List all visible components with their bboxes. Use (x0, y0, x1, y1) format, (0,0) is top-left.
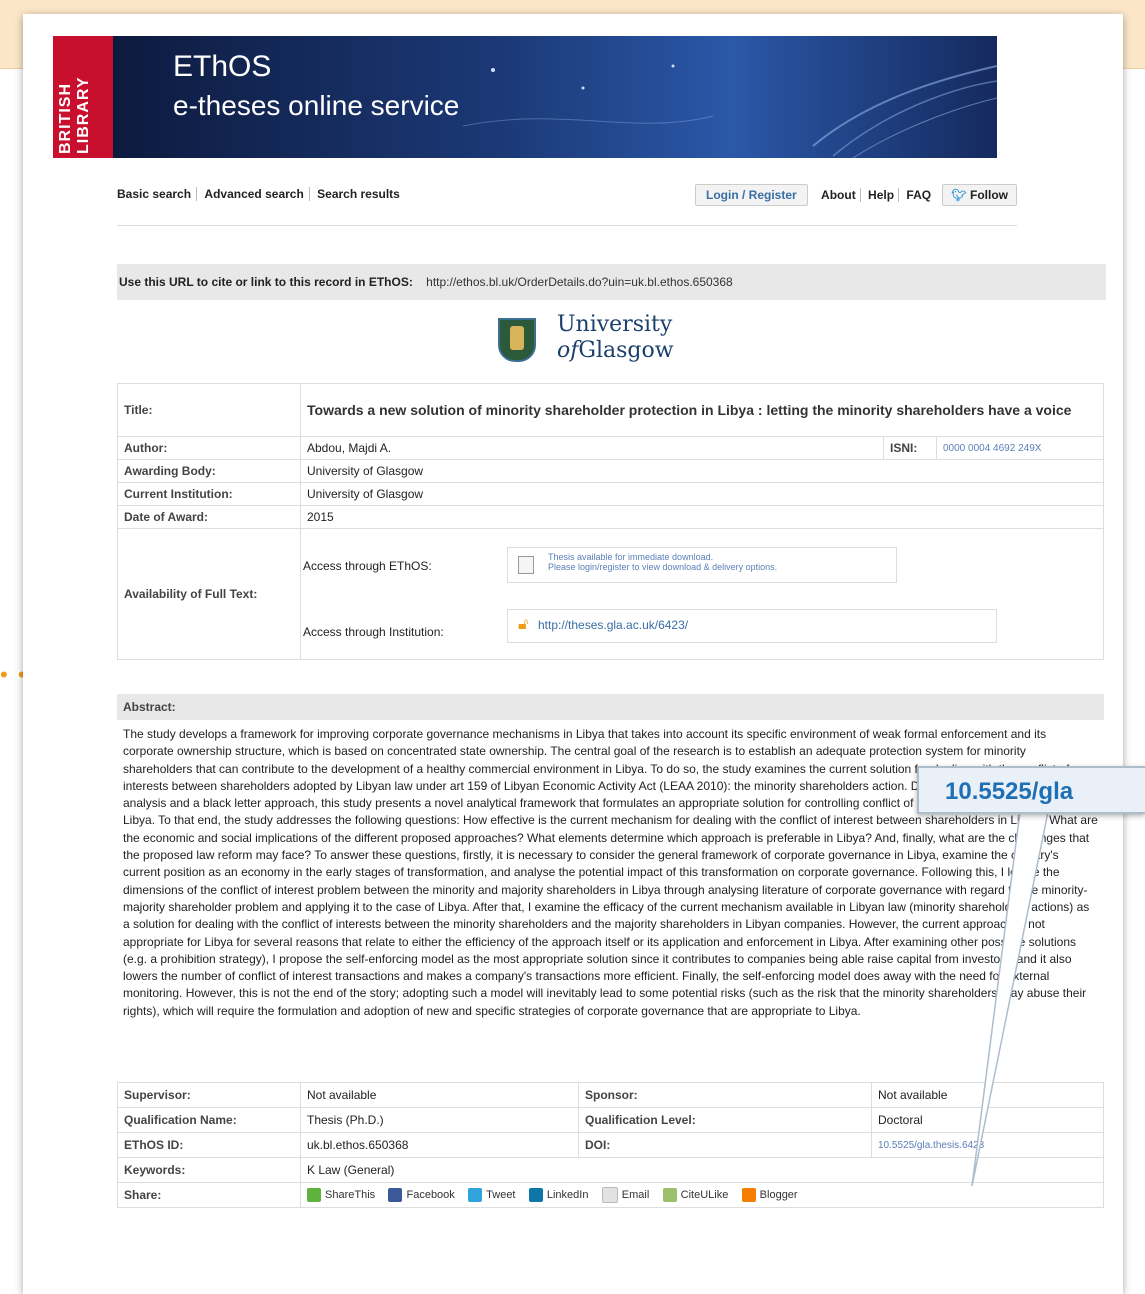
nav-help[interactable]: Help (864, 188, 900, 202)
doi-link[interactable]: 10.5525/gla.thesis.6423 (871, 1132, 1104, 1158)
author-value: Abdou, Majdi A. (300, 436, 884, 460)
linkedin-button[interactable]: LinkedIn (528, 1188, 588, 1203)
account-links: Login / Register About Help FAQ 🐦︎ Follo… (695, 184, 1017, 206)
supervisor-value: Not available (300, 1082, 579, 1108)
ethos-download-line1: Thesis available for immediate download. (548, 552, 714, 562)
date-of-award-value: 2015 (300, 505, 1104, 529)
divider (117, 225, 1017, 226)
isni-label: ISNI: (883, 436, 937, 460)
sharethis-button[interactable]: ShareThis (307, 1188, 375, 1203)
keywords-value: K Law (General) (300, 1157, 1104, 1183)
university-logo: University ofGlasgow (495, 312, 735, 378)
ethos-download-box[interactable]: Thesis available for immediate download.… (507, 547, 897, 583)
share-label: Share: (117, 1181, 301, 1209)
abstract-heading: Abstract: (117, 694, 1104, 720)
university-name-line1: University (557, 312, 673, 337)
open-access-lock-icon: 🔓︎ (518, 616, 529, 633)
ethos-id-label: EThOS ID: (117, 1132, 301, 1158)
access-ethos-label: Access through EThOS: (303, 559, 432, 573)
ethos-banner[interactable]: EThOS e-theses online service (113, 36, 997, 158)
institution-link-box[interactable]: 🔓︎ http://theses.gla.ac.uk/6423/ (507, 609, 997, 643)
top-navigation: Basic search Advanced search Search resu… (117, 184, 1017, 208)
table-row: Title: Towards a new solution of minorit… (117, 383, 1104, 437)
linkedin-icon (528, 1188, 543, 1203)
table-row: Author: Abdou, Majdi A. ISNI: 0000 0004 … (117, 436, 1104, 460)
citeulike-button[interactable]: CiteULike (662, 1188, 728, 1203)
current-institution-label: Current Institution: (117, 482, 301, 506)
facebook-icon (388, 1188, 403, 1203)
institution-url[interactable]: http://theses.gla.ac.uk/6423/ (538, 618, 688, 632)
table-row: Current Institution: University of Glasg… (117, 482, 1104, 506)
cite-url-bar: Use this URL to cite or link to this rec… (117, 264, 1106, 300)
university-crest-icon (498, 318, 536, 362)
cite-url[interactable]: http://ethos.bl.uk/OrderDetails.do?uin=u… (426, 275, 733, 289)
table-row: EThOS ID: uk.bl.ethos.650368 DOI: 10.552… (117, 1132, 1104, 1158)
logo-line1: BRITISH (57, 83, 74, 154)
isni-link[interactable]: 0000 0004 4692 249X (936, 436, 1104, 460)
document-icon (518, 556, 534, 574)
university-name-line2: ofGlasgow (557, 338, 674, 363)
follow-button[interactable]: 🐦︎ Follow (942, 184, 1017, 206)
email-button[interactable]: Email (601, 1187, 649, 1204)
banner-subtitle: e-theses online service (173, 90, 460, 121)
table-row: Date of Award: 2015 (117, 505, 1104, 529)
keywords-label: Keywords: (117, 1157, 301, 1183)
sharethis-icon (307, 1188, 321, 1203)
details-table: Supervisor: Not available Sponsor: Not a… (117, 1082, 1104, 1209)
nav-search-results[interactable]: Search results (317, 187, 405, 201)
cite-label: Use this URL to cite or link to this rec… (119, 275, 413, 289)
email-icon (601, 1187, 618, 1204)
availability-panel: Access through EThOS: Thesis available f… (301, 529, 1103, 659)
awarding-body-label: Awarding Body: (117, 459, 301, 483)
nav-basic-search[interactable]: Basic search (117, 187, 198, 201)
share-links: ShareThis Facebook Tweet LinkedIn Email … (300, 1181, 1104, 1209)
tweet-button[interactable]: Tweet (468, 1188, 516, 1203)
doi-callout: 10.5525/gla (917, 766, 1145, 814)
qualification-name-value: Thesis (Ph.D.) (300, 1107, 579, 1133)
british-library-logo[interactable]: BRITISH LIBRARY (53, 36, 113, 158)
citeulike-icon (662, 1188, 677, 1203)
sponsor-value: Not available (871, 1082, 1104, 1108)
doi-label: DOI: (578, 1132, 872, 1158)
twitter-icon (468, 1188, 483, 1203)
ethos-id-value: uk.bl.ethos.650368 (300, 1132, 579, 1158)
sponsor-label: Sponsor: (578, 1082, 872, 1108)
search-links: Basic search Advanced search Search resu… (117, 187, 409, 201)
qualification-name-label: Qualification Name: (117, 1107, 301, 1133)
blogger-icon (741, 1188, 756, 1203)
table-row: Share: ShareThis Facebook Tweet LinkedIn… (117, 1181, 1104, 1209)
awarding-body-value: University of Glasgow (300, 459, 1104, 483)
current-institution-value: University of Glasgow (300, 482, 1104, 506)
table-row: Qualification Name: Thesis (Ph.D.) Quali… (117, 1107, 1104, 1133)
facebook-button[interactable]: Facebook (388, 1188, 455, 1203)
table-row: Awarding Body: University of Glasgow (117, 459, 1104, 483)
banner-title: EThOS (173, 50, 272, 83)
qualification-level-label: Qualification Level: (578, 1107, 872, 1133)
twitter-bird-icon: 🐦︎ (951, 188, 970, 202)
author-label: Author: (117, 436, 301, 460)
table-row: Keywords: K Law (General) (117, 1157, 1104, 1183)
record-table: Title: Towards a new solution of minorit… (117, 383, 1104, 660)
logo-line2: LIBRARY (75, 76, 92, 154)
date-of-award-label: Date of Award: (117, 505, 301, 529)
availability-label: Availability of Full Text: (117, 528, 301, 660)
nav-faq[interactable]: FAQ (902, 188, 935, 202)
blogger-button[interactable]: Blogger (741, 1188, 798, 1203)
follow-label: Follow (970, 188, 1008, 202)
table-row: Supervisor: Not available Sponsor: Not a… (117, 1082, 1104, 1108)
table-row: Availability of Full Text: Access throug… (117, 528, 1104, 660)
nav-about[interactable]: About (817, 188, 861, 202)
supervisor-label: Supervisor: (117, 1082, 301, 1108)
title-label: Title: (117, 383, 301, 437)
nav-advanced-search[interactable]: Advanced search (204, 187, 310, 201)
thesis-title: Towards a new solution of minority share… (307, 402, 1072, 418)
ethos-download-line2: Please login/register to view download &… (548, 562, 778, 572)
access-institution-label: Access through Institution: (303, 625, 444, 639)
login-register-button[interactable]: Login / Register (695, 184, 808, 206)
qualification-level-value: Doctoral (871, 1107, 1104, 1133)
